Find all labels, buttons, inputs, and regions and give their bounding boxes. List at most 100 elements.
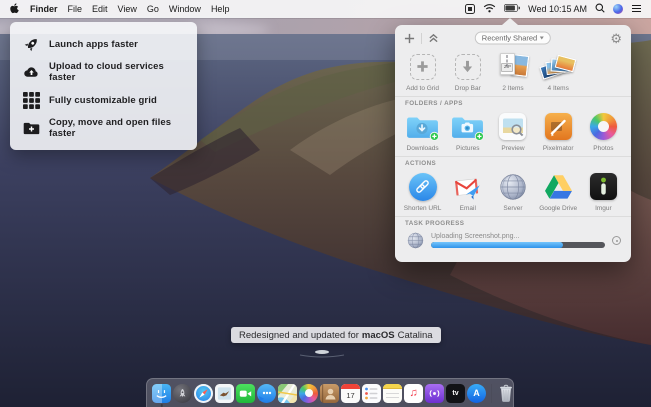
dock-music-icon[interactable]: ♫ xyxy=(404,384,423,403)
email-icon xyxy=(453,172,483,201)
caption-banner: Redesigned and updated for macOS Catalin… xyxy=(231,327,441,343)
calendar-day-number: 17 xyxy=(346,389,354,402)
grid-cell-label: Photos xyxy=(593,145,613,152)
menu-bar: Finder File Edit View Go Window Help Wed… xyxy=(0,0,651,18)
feature-label: Launch apps faster xyxy=(49,39,138,50)
dashed-plus-icon xyxy=(410,54,436,80)
shared-dropdown[interactable]: Recently Shared xyxy=(475,32,551,45)
dock-calendar-icon[interactable]: 17 xyxy=(341,384,360,403)
settings-gear-icon[interactable]: ⚙ xyxy=(610,32,622,45)
cancel-task-button[interactable] xyxy=(612,236,621,245)
grid-cell-label: Preview xyxy=(501,145,524,152)
dock-finder-icon[interactable] xyxy=(152,384,171,403)
preview-app-icon xyxy=(499,113,526,140)
dock-trash-icon[interactable] xyxy=(496,384,515,403)
grid-cell-downloads[interactable]: Downloads xyxy=(400,111,445,152)
photos-app-icon xyxy=(590,113,617,140)
siri-icon[interactable] xyxy=(613,4,623,14)
dock-launchpad-icon[interactable] xyxy=(173,384,192,403)
feature-row: Fully customizable grid xyxy=(16,86,191,114)
caption-bold: macOS xyxy=(362,330,395,341)
dock-notes-icon[interactable] xyxy=(383,384,402,403)
dock-podcasts-icon[interactable] xyxy=(425,384,444,403)
photo-fan-icon xyxy=(541,53,575,81)
grid-icon xyxy=(23,92,40,109)
grid-cell-pictures[interactable]: Pictures xyxy=(445,111,490,152)
dock-contacts-icon[interactable] xyxy=(320,384,339,403)
folders-apps-row: Downloads Pictures Preview Pixelmator xyxy=(395,109,631,156)
menu-window[interactable]: Window xyxy=(169,4,201,14)
grid-cell-label: Pictures xyxy=(456,145,479,152)
grid-cell-pixelmator[interactable]: Pixelmator xyxy=(536,111,581,152)
server-globe-icon xyxy=(499,173,527,201)
task-progress-row: Uploading Screenshot.png... xyxy=(395,229,631,249)
spotlight-search-icon[interactable] xyxy=(595,3,605,15)
grid-cell-server[interactable]: Server xyxy=(490,171,535,212)
dock-app-store-icon[interactable]: A xyxy=(467,384,486,403)
collapse-chevrons-icon[interactable] xyxy=(428,33,439,43)
section-header-task-progress: TASK PROGRESS xyxy=(395,216,631,229)
menubar-clock[interactable]: Wed 10:15 AM xyxy=(528,4,587,14)
feature-panel: Launch apps faster Upload to cloud servi… xyxy=(10,22,197,150)
grid-cell-label: Shorten URL xyxy=(404,205,442,212)
grid-cell-2-items[interactable]: ZIP 2 Items xyxy=(490,51,535,92)
grid-cell-shorten-url[interactable]: Shorten URL xyxy=(400,171,445,212)
dock-maps-icon[interactable] xyxy=(278,384,297,403)
caption-prefix: Redesigned and updated for xyxy=(239,330,359,341)
apple-menu-icon[interactable] xyxy=(9,3,20,16)
feature-label: Copy, move and open files faster xyxy=(49,117,184,139)
desktop: Finder File Edit View Go Window Help Wed… xyxy=(0,0,651,407)
dock-messages-icon[interactable] xyxy=(257,384,276,403)
dock-apple-tv-icon[interactable]: tv xyxy=(446,384,465,403)
grid-cell-label: Add to Grid xyxy=(406,85,439,92)
menu-go[interactable]: Go xyxy=(147,4,159,14)
popover-toolbar: Recently Shared ⚙ xyxy=(395,25,631,49)
progress-bar xyxy=(431,242,605,248)
dropzone-popover: Recently Shared ⚙ Add to Grid Drop Bar xyxy=(395,25,631,262)
battery-icon[interactable] xyxy=(504,4,520,14)
grid-cell-email[interactable]: Email xyxy=(445,171,490,212)
caption-suffix: Catalina xyxy=(398,330,433,341)
menu-view[interactable]: View xyxy=(118,4,137,14)
zip-photo-stack-icon: ZIP xyxy=(497,53,529,81)
grid-cell-preview[interactable]: Preview xyxy=(490,111,535,152)
music-note-glyph: ♫ xyxy=(409,388,417,399)
grid-cell-label: 2 Items xyxy=(502,85,523,92)
notification-center-icon[interactable] xyxy=(631,4,642,15)
grid-cell-google-drive[interactable]: Google Drive xyxy=(536,171,581,212)
grid-cell-4-items[interactable]: 4 Items xyxy=(536,51,581,92)
grid-cell-label: Email xyxy=(460,205,476,212)
rocket-icon xyxy=(23,36,40,53)
toolbar-divider xyxy=(421,33,422,44)
grid-cell-label: Downloads xyxy=(407,145,439,152)
grid-cell-drop-bar[interactable]: Drop Bar xyxy=(445,51,490,92)
menu-edit[interactable]: Edit xyxy=(92,4,108,14)
menu-finder[interactable]: Finder xyxy=(30,4,58,14)
feature-row: Copy, move and open files faster xyxy=(16,114,191,142)
add-button[interactable] xyxy=(404,33,415,44)
dropzone-menubar-icon[interactable] xyxy=(465,4,475,14)
dock-reminders-icon[interactable] xyxy=(362,384,381,403)
grid-cell-add-to-grid[interactable]: Add to Grid xyxy=(400,51,445,92)
folder-plus-icon xyxy=(23,120,40,137)
feature-row: Launch apps faster xyxy=(16,30,191,58)
caret-down-icon xyxy=(540,37,544,40)
dock-preview-icon[interactable] xyxy=(215,384,234,403)
task-label: Uploading Screenshot.png... xyxy=(431,233,605,240)
feature-label: Upload to cloud services faster xyxy=(49,61,184,83)
dock: 17 ♫ tv A xyxy=(146,378,514,407)
shared-dropdown-label: Recently Shared xyxy=(482,34,537,43)
grid-cell-imgur[interactable]: Imgur xyxy=(581,171,626,212)
wifi-icon[interactable] xyxy=(483,3,496,15)
menu-file[interactable]: File xyxy=(68,4,83,14)
section-header-actions: ACTIONS xyxy=(395,156,631,169)
dock-safari-icon[interactable] xyxy=(194,384,213,403)
progress-fill xyxy=(431,242,563,248)
menu-help[interactable]: Help xyxy=(211,4,230,14)
grid-cell-label: 4 Items xyxy=(548,85,569,92)
grid-items-row: Add to Grid Drop Bar ZIP 2 Items 4 It xyxy=(395,49,631,96)
feature-label: Fully customizable grid xyxy=(49,95,157,106)
dock-facetime-icon[interactable] xyxy=(236,384,255,403)
dock-photos-icon[interactable] xyxy=(299,384,318,403)
grid-cell-photos[interactable]: Photos xyxy=(581,111,626,152)
